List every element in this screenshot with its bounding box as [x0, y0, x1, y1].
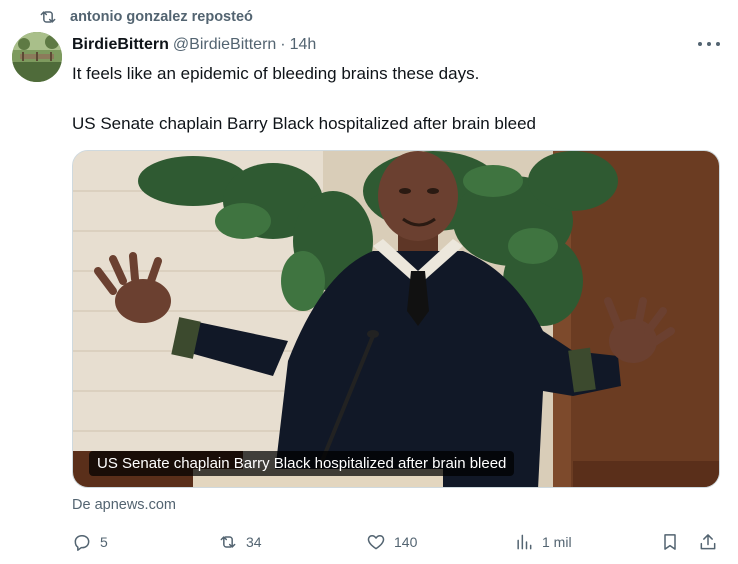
heart-icon: [367, 535, 385, 550]
repost-label: antonio gonzalez reposteó: [70, 9, 253, 25]
analytics-icon: [517, 534, 532, 550]
author-display-name[interactable]: BirdieBittern: [72, 36, 169, 54]
link-card-image[interactable]: US Senate chaplain Barry Black hospitali…: [72, 150, 720, 488]
repost-button[interactable]: 34: [218, 530, 262, 554]
tweet-text-line: US Senate chaplain Barry Black hospitali…: [72, 114, 536, 133]
reply-button[interactable]: 5: [72, 530, 108, 554]
reply-count: 5: [100, 534, 108, 550]
link-source[interactable]: De apnews.com: [72, 497, 176, 513]
avatar[interactable]: [12, 32, 62, 82]
repost-count: 34: [246, 534, 262, 550]
tweet-actions: 5 34 140 1 mil: [72, 530, 726, 554]
repost-indicator[interactable]: antonio gonzalez reposteó: [38, 6, 253, 28]
tweet-text-line: It feels like an epidemic of bleeding br…: [72, 64, 480, 83]
tweet-header: BirdieBittern @BirdieBittern · 14h: [72, 34, 726, 56]
separator: ·: [280, 36, 286, 53]
link-card-title: US Senate chaplain Barry Black hospitali…: [89, 451, 515, 476]
like-button[interactable]: 140: [366, 530, 417, 554]
views-button[interactable]: 1 mil: [514, 530, 572, 554]
repost-icon: [40, 11, 56, 23]
share-icon: [700, 534, 716, 550]
bookmark-icon: [664, 534, 676, 550]
share-button[interactable]: [698, 530, 718, 554]
views-count: 1 mil: [542, 534, 572, 550]
repost-icon: [220, 536, 236, 548]
author-handle[interactable]: @BirdieBittern: [173, 36, 276, 54]
reply-icon: [74, 535, 90, 551]
more-icon[interactable]: [698, 36, 720, 52]
tweet-text: It feels like an epidemic of bleeding br…: [72, 62, 722, 136]
like-count: 140: [394, 534, 418, 550]
timestamp[interactable]: 14h: [290, 36, 317, 54]
bookmark-button[interactable]: [660, 530, 680, 554]
